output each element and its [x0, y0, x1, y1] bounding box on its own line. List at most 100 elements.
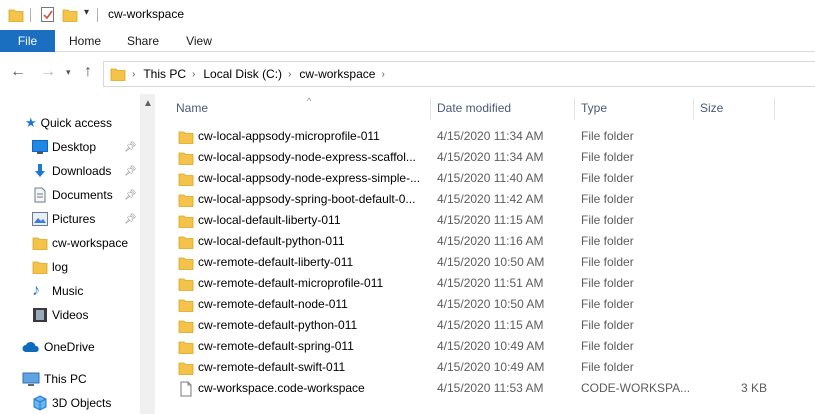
file-list-row[interactable]: cw-local-appsody-microprofile-011 4/15/20…	[163, 126, 815, 147]
file-name: cw-local-default-python-011	[198, 234, 345, 248]
date-modified: 4/15/2020 11:15 AM	[437, 318, 544, 332]
pin-icon[interactable]: 📌︎	[124, 190, 137, 201]
nav-item-pictures[interactable]: Pictures 📌︎	[32, 208, 142, 230]
music-icon: ♪	[32, 282, 40, 299]
file-list-row[interactable]: cw-workspace.code-workspace 4/15/2020 11:…	[163, 378, 815, 399]
sort-ascending-icon: ^	[307, 96, 312, 106]
tab-share[interactable]: Share	[118, 30, 168, 52]
folder-icon	[110, 68, 126, 81]
date-modified: 4/15/2020 11:53 AM	[437, 381, 544, 395]
forward-arrow-icon[interactable]: →	[40, 63, 56, 81]
nav-item-music[interactable]: ♪ Music	[32, 280, 83, 302]
folder-icon	[178, 194, 194, 207]
nav-item-label: Pictures	[52, 212, 96, 226]
tab-view[interactable]: View	[174, 30, 224, 52]
scroll-up-icon[interactable]: ▲	[143, 98, 153, 109]
nav-item-onedrive[interactable]: OneDrive	[22, 336, 95, 358]
nav-item-cw-workspace[interactable]: cw-workspace	[32, 232, 128, 254]
column-header-date[interactable]: Date modified	[437, 101, 572, 119]
chevron-right-icon[interactable]: ›	[132, 69, 135, 80]
column-header-name[interactable]: ^ Name	[176, 96, 426, 119]
nav-item-label: Downloads	[52, 164, 112, 178]
nav-item-label: Videos	[52, 308, 89, 322]
address-bar[interactable]: › This PC › Local Disk (C:) › cw-workspa…	[103, 61, 815, 87]
file-name: cw-local-appsody-node-express-simple-...	[198, 171, 421, 185]
column-divider[interactable]	[430, 98, 431, 120]
file-type: CODE-WORKSPA...	[581, 381, 691, 395]
ribbon-tabs: File Home Share View	[0, 30, 815, 52]
file-type: File folder	[581, 213, 634, 227]
properties-icon[interactable]	[40, 6, 56, 24]
customize-toolbar-icon[interactable]: ▾	[84, 7, 89, 18]
breadcrumb-local-disk[interactable]: Local Disk (C:)	[203, 67, 282, 81]
pictures-icon	[32, 212, 48, 226]
file-name: cw-local-appsody-microprofile-011	[198, 129, 380, 143]
breadcrumb-this-pc[interactable]: This PC	[143, 67, 186, 81]
file-list-row[interactable]: cw-local-default-liberty-011 4/15/2020 11…	[163, 210, 815, 231]
pin-icon[interactable]: 📌︎	[124, 166, 137, 177]
nav-item-this-pc[interactable]: This PC	[22, 368, 87, 390]
chevron-right-icon[interactable]: ›	[288, 69, 291, 80]
nav-item-videos[interactable]: Videos	[32, 304, 88, 326]
pin-icon[interactable]: 📌︎	[124, 142, 137, 153]
file-icon	[180, 381, 192, 397]
tab-home[interactable]: Home	[60, 30, 110, 52]
file-list-row[interactable]: cw-remote-default-spring-011 4/15/2020 10…	[163, 336, 815, 357]
nav-item-desktop[interactable]: Desktop 📌︎	[32, 136, 142, 158]
new-folder-icon[interactable]	[62, 7, 78, 23]
date-modified: 4/15/2020 10:50 AM	[437, 255, 545, 269]
file-list-row[interactable]: cw-local-appsody-node-express-simple-...…	[163, 168, 815, 189]
folder-icon	[178, 257, 194, 270]
file-name: cw-remote-default-python-011	[198, 318, 358, 332]
column-header-type[interactable]: Type	[581, 101, 691, 119]
chevron-right-icon[interactable]: ›	[381, 69, 384, 80]
file-name: cw-local-appsody-spring-boot-default-0..…	[198, 192, 416, 206]
file-list-row[interactable]: cw-remote-default-liberty-011 4/15/2020 1…	[163, 252, 815, 273]
file-list-row[interactable]: cw-local-appsody-node-express-scaffol...…	[163, 147, 815, 168]
column-header-label: Size	[700, 101, 724, 115]
file-list-row[interactable]: cw-local-default-python-011 4/15/2020 11:…	[163, 231, 815, 252]
column-divider[interactable]	[693, 98, 694, 120]
breadcrumb-cw-workspace[interactable]: cw-workspace	[299, 67, 375, 81]
document-icon	[34, 187, 46, 203]
column-divider[interactable]	[774, 98, 775, 120]
recent-locations-icon[interactable]: ▾	[66, 67, 71, 78]
folder-icon[interactable]	[8, 7, 24, 23]
file-name: cw-remote-default-liberty-011	[198, 255, 354, 269]
divider	[30, 8, 31, 22]
up-arrow-icon[interactable]: ↑	[84, 63, 92, 81]
folder-icon	[32, 261, 48, 274]
folder-icon	[178, 236, 194, 249]
file-list-row[interactable]: cw-remote-default-microprofile-011 4/15/2…	[163, 273, 815, 294]
nav-item-quick-access[interactable]: ★ Quick access	[25, 112, 112, 134]
file-list-row[interactable]: cw-local-appsody-spring-boot-default-0..…	[163, 189, 815, 210]
nav-item-documents[interactable]: Documents 📌︎	[32, 184, 142, 206]
folder-icon	[178, 362, 194, 375]
date-modified: 4/15/2020 10:49 AM	[437, 360, 545, 374]
nav-item-label: 3D Objects	[52, 396, 112, 410]
column-header-size[interactable]: Size	[700, 101, 770, 119]
pin-icon[interactable]: 📌︎	[124, 214, 137, 225]
date-modified: 4/15/2020 11:34 AM	[437, 129, 544, 143]
file-list-row[interactable]: cw-remote-default-python-011 4/15/2020 11…	[163, 315, 815, 336]
back-arrow-icon[interactable]: ←	[10, 63, 26, 81]
chevron-right-icon[interactable]: ›	[192, 69, 195, 80]
file-size: 3 KB	[740, 381, 767, 395]
videos-icon	[33, 308, 47, 322]
folder-icon	[178, 173, 194, 186]
file-name: cw-remote-default-spring-011	[198, 339, 354, 353]
file-list-row[interactable]: cw-remote-default-node-011 4/15/2020 10:5…	[163, 294, 815, 315]
nav-item-downloads[interactable]: Downloads 📌︎	[32, 160, 142, 182]
file-list-row[interactable]: cw-remote-default-swift-011 4/15/2020 10:…	[163, 357, 815, 378]
title-bar: ▾ cw-workspace	[0, 0, 815, 30]
nav-pane-scrollbar[interactable]: ▲	[140, 94, 155, 414]
file-type: File folder	[581, 276, 634, 290]
tab-file[interactable]: File	[0, 30, 55, 52]
nav-item-label: Quick access	[40, 116, 113, 130]
file-name: cw-remote-default-microprofile-011	[198, 276, 384, 290]
column-divider[interactable]	[574, 98, 575, 120]
nav-item-label: cw-workspace	[52, 236, 129, 250]
nav-item-log[interactable]: log	[32, 256, 68, 278]
nav-item-3d-objects[interactable]: 3D Objects	[32, 392, 111, 414]
folder-icon	[178, 152, 194, 165]
